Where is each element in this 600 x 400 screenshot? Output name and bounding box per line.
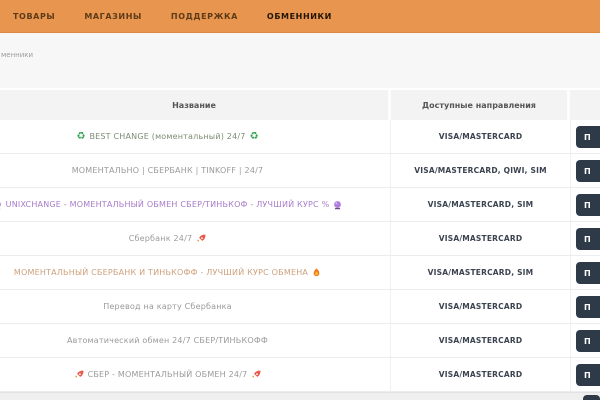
rocket-icon [74,370,84,380]
go-button[interactable]: П [576,296,600,318]
go-button[interactable]: П [576,228,600,250]
fire-icon [312,267,321,278]
breadcrumb[interactable]: менники [1,51,33,59]
exchanger-name-cell: СБЕР - МОМЕНТАЛЬНЫЙ ОБМЕН 24/7 [0,358,390,391]
go-button[interactable]: П [576,160,600,182]
table-row: Сбербанк 24/7 VISA/MASTERCARD П [0,222,600,256]
exchanger-name-cell: ♻ BEST CHANGE (моментальный) 24/7 ♻ [0,120,390,153]
go-button[interactable]: П [576,330,600,352]
directions-cell: VISA/MASTERCARD [390,120,570,153]
exchanger-name-cell: Сбербанк 24/7 [0,222,390,255]
table-row: Автоматический обмен 24/7 СБЕР/ТИНЬКОФФ … [0,324,600,358]
go-button[interactable]: П [576,262,600,284]
nav-item-podderzhka[interactable]: ПОДДЕРЖКА [171,12,238,21]
exchanger-link[interactable]: МОМЕНТАЛЬНЫЙ СБЕРБАНК И ТИНЬКОФФ - ЛУЧШИ… [14,268,308,277]
go-button[interactable]: П [576,194,600,216]
directions-cell: VISA/MASTERCARD, SIM [390,256,570,289]
table-header-row: Название Доступные направления [0,90,600,120]
exchanger-name-cell: МОМЕНТАЛЬНЫЙ СБЕРБАНК И ТИНЬКОФФ - ЛУЧШИ… [0,256,390,289]
nav-item-magaziny[interactable]: МАГАЗИНЫ [84,12,142,21]
directions-cell: VISA/MASTERCARD [390,358,570,391]
go-button[interactable]: П [576,126,600,148]
exchanger-name-cell: МОМЕНТАЛЬНО | СБЕРБАНК | TINKOFF | 24/7 [0,154,390,187]
nav-item-tovary[interactable]: ТОВАРЫ [13,12,55,21]
table-row: ♻ BEST CHANGE (моментальный) 24/7 ♻ VISA… [0,120,600,154]
table-row: МОМЕНТАЛЬНЫЙ СБЕРБАНК И ТИНЬКОФФ - ЛУЧШИ… [0,256,600,290]
go-button[interactable]: П [576,364,600,386]
directions-cell: VISA/MASTERCARD [390,290,570,323]
table-row: Перевод на карту Сбербанка VISA/MASTERCA… [0,290,600,324]
exchanger-name-cell: UNIXCHANGE - МОМЕНТАЛЬНЫЙ ОБМЕН СБЕР/ТИН… [0,188,390,221]
partial-go-button[interactable] [583,395,600,400]
header-name: Название [0,90,388,120]
table-row: СБЕР - МОМЕНТАЛЬНЫЙ ОБМЕН 24/7 VISA/MAST… [0,358,600,392]
exchangers-table: Название Доступные направления ♻ BEST CH… [0,90,600,392]
top-navbar: ТОВАРЫ МАГАЗИНЫ ПОДДЕРЖКА ОБМЕННИКИ [0,0,600,33]
breadcrumb-band [0,33,600,88]
rocket-icon [251,370,261,380]
directions-cell: VISA/MASTERCARD [390,222,570,255]
crystal-ball-icon [333,200,342,210]
directions-cell: VISA/MASTERCARD [390,324,570,357]
exchanger-link[interactable]: BEST CHANGE (моментальный) 24/7 [89,132,245,141]
rocket-icon [196,234,206,244]
nav-item-obmenniki[interactable]: ОБМЕННИКИ [267,12,332,21]
crystal-ball-icon [0,200,2,210]
page: ТОВАРЫ МАГАЗИНЫ ПОДДЕРЖКА ОБМЕННИКИ менн… [0,0,600,400]
header-actions [570,90,600,120]
exchanger-name-cell: Автоматический обмен 24/7 СБЕР/ТИНЬКОФФ [0,324,390,357]
recycle-icon: ♻ [76,132,85,142]
exchanger-link[interactable]: МОМЕНТАЛЬНО | СБЕРБАНК | TINKOFF | 24/7 [72,166,264,175]
header-directions: Доступные направления [391,90,567,120]
table-row: МОМЕНТАЛЬНО | СБЕРБАНК | TINKOFF | 24/7 … [0,154,600,188]
exchanger-link[interactable]: UNIXCHANGE - МОМЕНТАЛЬНЫЙ ОБМЕН СБЕР/ТИН… [6,200,330,209]
exchanger-link[interactable]: Перевод на карту Сбербанка [103,302,232,311]
exchanger-link[interactable]: СБЕР - МОМЕНТАЛЬНЫЙ ОБМЕН 24/7 [88,370,248,379]
table-row: UNIXCHANGE - МОМЕНТАЛЬНЫЙ ОБМЕН СБЕР/ТИН… [0,188,600,222]
directions-cell: VISA/MASTERCARD, QIWI, SIM [390,154,570,187]
exchanger-link[interactable]: Автоматический обмен 24/7 СБЕР/ТИНЬКОФФ [67,336,268,345]
recycle-icon: ♻ [250,132,259,142]
exchanger-name-cell: Перевод на карту Сбербанка [0,290,390,323]
exchanger-link[interactable]: Сбербанк 24/7 [129,234,193,243]
next-row-top-edge [0,392,600,400]
directions-cell: VISA/MASTERCARD, SIM [390,188,570,221]
